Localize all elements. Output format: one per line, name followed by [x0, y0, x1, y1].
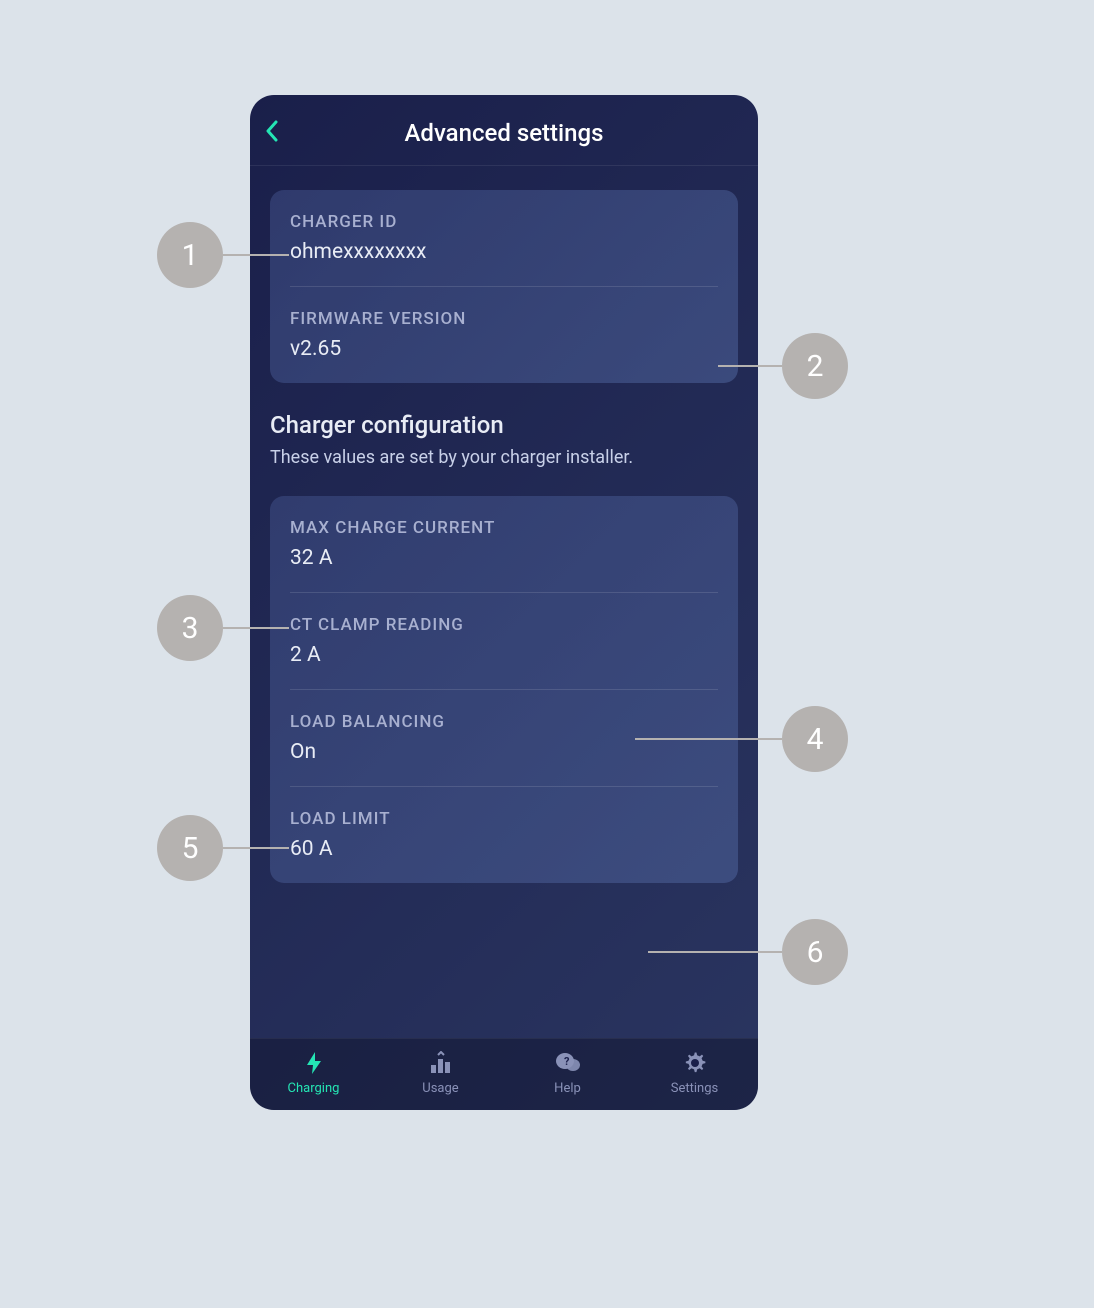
load-limit-row: LOAD LIMIT 60 A [290, 787, 718, 883]
ct-clamp-row: CT CLAMP READING 2 A [290, 593, 718, 690]
chart-icon [427, 1049, 455, 1077]
firmware-label: FIRMWARE VERSION [290, 309, 718, 329]
back-button[interactable] [264, 117, 280, 150]
callout-line-4 [635, 738, 782, 740]
tab-bar: Charging Usage ? Help [250, 1038, 758, 1110]
tab-help-label: Help [554, 1081, 581, 1096]
max-current-value: 32 A [290, 546, 718, 570]
callout-line-2 [718, 365, 782, 367]
config-card: MAX CHARGE CURRENT 32 A CT CLAMP READING… [270, 496, 738, 883]
callout-2: 2 [782, 333, 848, 399]
load-limit-value: 60 A [290, 837, 718, 861]
charger-id-label: CHARGER ID [290, 212, 718, 232]
firmware-row: FIRMWARE VERSION v2.65 [290, 287, 718, 383]
tab-charging[interactable]: Charging [269, 1049, 359, 1096]
max-current-row: MAX CHARGE CURRENT 32 A [290, 496, 718, 593]
info-card: CHARGER ID ohmexxxxxxxx FIRMWARE VERSION… [270, 190, 738, 383]
config-section-title: Charger configuration [270, 411, 738, 439]
page-title: Advanced settings [270, 119, 738, 147]
svg-text:?: ? [564, 1055, 570, 1068]
content-area: CHARGER ID ohmexxxxxxxx FIRMWARE VERSION… [250, 166, 758, 1038]
tab-help[interactable]: ? Help [523, 1049, 613, 1096]
charger-id-value: ohmexxxxxxxx [290, 240, 718, 264]
config-section-subtitle: These values are set by your charger ins… [270, 447, 738, 468]
tab-usage[interactable]: Usage [396, 1049, 486, 1096]
callout-5: 5 [157, 815, 223, 881]
firmware-value: v2.65 [290, 337, 718, 361]
callout-line-6 [648, 951, 782, 953]
tab-usage-label: Usage [422, 1081, 458, 1096]
load-limit-label: LOAD LIMIT [290, 809, 718, 829]
tab-settings[interactable]: Settings [650, 1049, 740, 1096]
bolt-icon [300, 1049, 328, 1077]
phone-screen: Advanced settings CHARGER ID ohmexxxxxxx… [250, 95, 758, 1110]
callout-line-1 [223, 254, 289, 256]
load-balancing-label: LOAD BALANCING [290, 712, 718, 732]
callout-3: 3 [157, 595, 223, 661]
callout-4: 4 [782, 706, 848, 772]
charger-id-row: CHARGER ID ohmexxxxxxxx [290, 190, 718, 287]
ct-clamp-value: 2 A [290, 643, 718, 667]
tab-charging-label: Charging [288, 1081, 340, 1096]
gear-icon [681, 1049, 709, 1077]
ct-clamp-label: CT CLAMP READING [290, 615, 718, 635]
max-current-label: MAX CHARGE CURRENT [290, 518, 718, 538]
header-bar: Advanced settings [250, 95, 758, 166]
tab-settings-label: Settings [671, 1081, 718, 1096]
chevron-left-icon [264, 119, 280, 143]
callout-6: 6 [782, 919, 848, 985]
load-balancing-value: On [290, 740, 718, 764]
help-icon: ? [554, 1049, 582, 1077]
callout-1: 1 [157, 222, 223, 288]
callout-line-3 [223, 627, 289, 629]
callout-line-5 [223, 847, 289, 849]
